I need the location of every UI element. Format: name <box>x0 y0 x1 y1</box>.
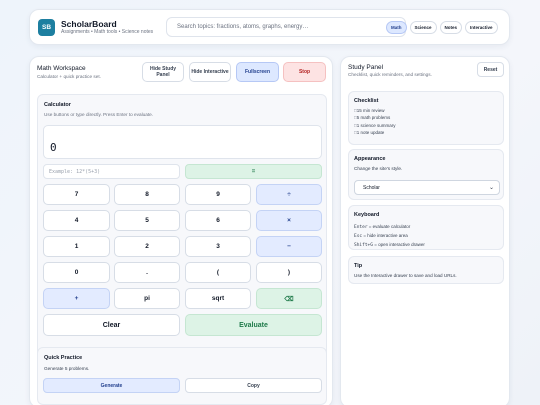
key-8[interactable]: 8 <box>114 184 180 205</box>
appearance-card: Appearance Change the site's style. Scho… <box>348 149 504 200</box>
theme-select-value: Scholar <box>363 184 380 191</box>
key-5[interactable]: 5 <box>114 210 180 231</box>
study-panel-subtitle: Checklist, quick reminders, and settings… <box>348 72 432 77</box>
key-6[interactable]: 6 <box>185 210 251 231</box>
hide-interactive-button[interactable]: Hide Interactive <box>189 62 231 82</box>
calculator-title: Calculator <box>44 102 71 108</box>
fullscreen-button[interactable]: Fullscreen <box>236 62 279 82</box>
expression-input[interactable]: Example: 12*(5+3) <box>43 164 180 179</box>
key-multiply[interactable]: × <box>256 210 322 231</box>
key-2[interactable]: 2 <box>114 236 180 257</box>
search-input[interactable]: Search topics: fractions, atoms, graphs,… <box>166 17 406 37</box>
math-workspace: Math Workspace Calculator + quick practi… <box>29 56 333 405</box>
keyboard-title: Keyboard <box>354 212 380 218</box>
key-close-paren[interactable]: ) <box>256 262 322 283</box>
quick-practice-card: Quick Practice Generate 5 problems. Gene… <box>37 347 327 405</box>
checklist-title: Checklist <box>354 98 379 104</box>
key-pi[interactable]: pi <box>114 288 180 309</box>
hide-study-panel-button[interactable]: Hide Study Panel <box>142 62 184 82</box>
tip-card: Tip Use the Interactive drawer to save a… <box>348 256 504 284</box>
calculator-subtitle: Use buttons or type directly. Press Ente… <box>44 112 154 117</box>
checklist-item[interactable]: 15 min review <box>354 107 395 114</box>
key-1[interactable]: 1 <box>43 236 110 257</box>
stop-button[interactable]: Stop <box>283 62 326 82</box>
pill-notes[interactable]: Notes <box>439 21 463 34</box>
theme-select[interactable]: Scholar ⌄ <box>354 180 500 195</box>
checklist-item[interactable]: 5 math problems <box>354 114 395 121</box>
equals-button[interactable]: = <box>185 164 322 179</box>
backspace-icon[interactable]: ⌫ <box>256 288 322 309</box>
checklist-item[interactable]: 1 note update <box>354 129 395 136</box>
logo-badge: SB <box>38 18 55 36</box>
brand-title: ScholarBoard <box>61 18 117 29</box>
key-decimal[interactable]: . <box>114 262 180 283</box>
tip-title: Tip <box>354 263 363 269</box>
key-sqrt[interactable]: sqrt <box>185 288 251 309</box>
key-open-paren[interactable]: ( <box>185 262 251 283</box>
generate-button[interactable]: Generate <box>43 378 180 393</box>
top-header: SB ScholarBoard Assignments • Math tools… <box>29 9 510 45</box>
keyboard-shortcuts: Enter = evaluate calculator Esc = hide i… <box>354 223 425 250</box>
evaluate-button[interactable]: Evaluate <box>185 314 322 336</box>
key-9[interactable]: 9 <box>185 184 251 205</box>
checklist: 15 min review 5 math problems 1 science … <box>354 107 396 136</box>
checklist-item[interactable]: 1 science summary <box>354 122 396 129</box>
key-3[interactable]: 3 <box>185 236 251 257</box>
key-minus[interactable]: − <box>256 236 322 257</box>
pill-science[interactable]: Science <box>409 21 437 34</box>
key-7[interactable]: 7 <box>43 184 110 205</box>
chevron-down-icon: ⌄ <box>488 185 494 191</box>
key-plus[interactable]: + <box>43 288 110 309</box>
appearance-subtitle: Change the site's style. <box>354 166 403 171</box>
shortcut-line: Shift+G = open interactive drawer <box>354 242 425 248</box>
tip-text: Use the Interactive drawer to save and l… <box>354 273 457 278</box>
brand-subtitle: Assignments • Math tools • Science notes <box>61 28 154 35</box>
brand: ScholarBoard Assignments • Math tools • … <box>61 19 161 36</box>
pill-math[interactable]: Math <box>386 21 407 34</box>
key-0[interactable]: 0 <box>43 262 110 283</box>
copy-button[interactable]: Copy <box>185 378 322 393</box>
shortcut-line: Enter = evaluate calculator <box>354 224 411 230</box>
practice-subtitle: Generate 5 problems. <box>44 366 90 371</box>
key-divide[interactable]: ÷ <box>256 184 322 205</box>
subject-pills: Math Science Notes Interactive <box>386 21 498 34</box>
calculator-display: 0 <box>43 125 322 159</box>
pill-interactive[interactable]: Interactive <box>465 21 498 34</box>
appearance-title: Appearance <box>354 156 386 162</box>
reset-button[interactable]: Reset <box>477 62 504 77</box>
clear-button[interactable]: Clear <box>43 314 180 336</box>
study-panel: Study Panel Checklist, quick reminders, … <box>340 56 510 405</box>
key-4[interactable]: 4 <box>43 210 110 231</box>
workspace-subtitle: Calculator + quick practice set. <box>37 74 101 79</box>
keyboard-card: Keyboard Enter = evaluate calculator Esc… <box>348 205 504 250</box>
practice-title: Quick Practice <box>44 355 83 361</box>
study-panel-title: Study Panel <box>348 64 384 71</box>
shortcut-line: Esc = hide interactive area <box>354 233 408 239</box>
checklist-card: Checklist 15 min review 5 math problems … <box>348 91 504 145</box>
workspace-title: Math Workspace <box>37 65 86 72</box>
